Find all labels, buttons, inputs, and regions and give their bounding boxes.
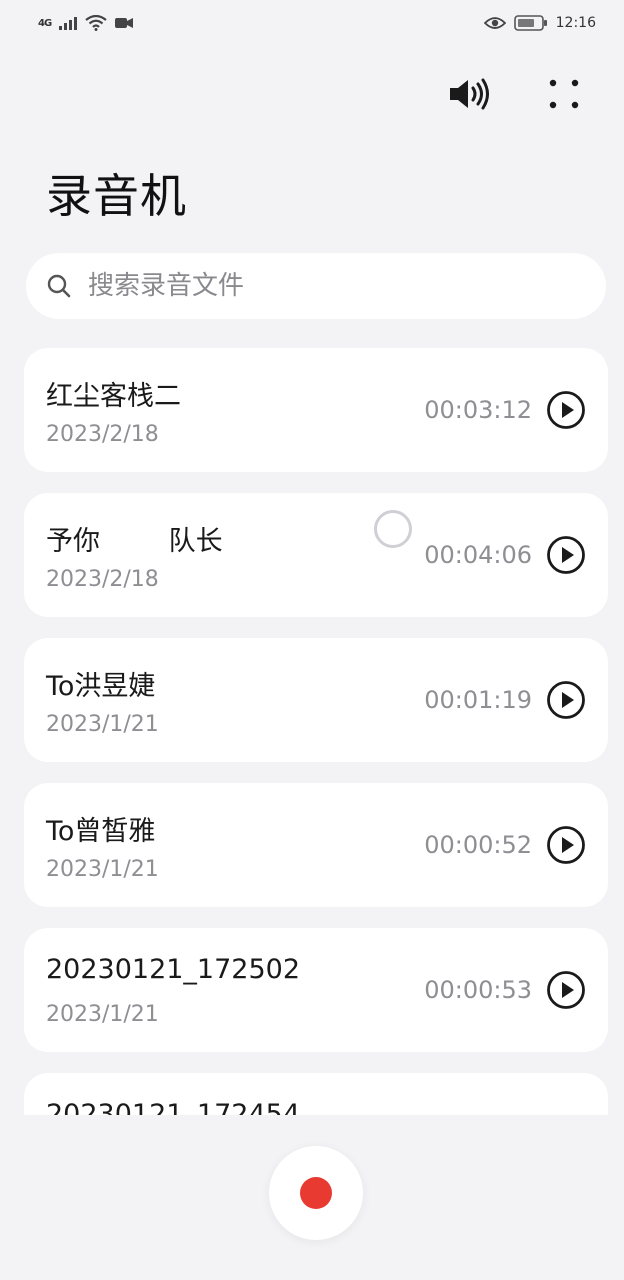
play-icon[interactable] <box>546 535 586 575</box>
recording-duration: 00:04:06 <box>424 541 532 569</box>
recording-date: 2023/2/18 <box>46 422 159 447</box>
recording-name: To洪昱婕 <box>46 671 156 702</box>
play-icon[interactable] <box>546 825 586 865</box>
speaker-icon <box>450 78 489 110</box>
search-bar[interactable] <box>26 253 606 319</box>
record-button[interactable] <box>269 1146 363 1240</box>
recording-date: 2023/1/21 <box>46 712 159 737</box>
battery-icon <box>513 15 547 31</box>
app-bar <box>446 70 588 118</box>
recording-name: To曾皙雅 <box>46 816 156 847</box>
record-dot-icon <box>300 1177 332 1209</box>
search-input[interactable] <box>86 270 570 302</box>
signal-label: 4G <box>38 17 52 29</box>
recording-date: 2023/1/21 <box>46 1002 159 1027</box>
play-icon[interactable] <box>546 970 586 1010</box>
play-icon[interactable] <box>546 680 586 720</box>
recording-name: 红尘客栈二 <box>46 381 181 412</box>
recording-name: 20230121_172502 <box>46 954 300 985</box>
recording-duration: 00:00:52 <box>424 831 532 859</box>
more-grid-icon <box>549 79 579 109</box>
recording-date: 2023/1/21 <box>46 857 159 882</box>
recording-duration: 00:00:53 <box>424 976 532 1004</box>
touch-indicator <box>374 510 412 548</box>
video-icon <box>115 18 134 28</box>
recording-list[interactable]: 红尘客栈二 2023/2/18 00:03:12 予你 队长 2023/2/18… <box>0 345 624 1115</box>
play-icon[interactable] <box>546 390 586 430</box>
speaker-button[interactable] <box>446 70 494 118</box>
recording-name: 20230121_172454 <box>46 1099 300 1115</box>
recording-name: 予你 队长 <box>46 526 223 557</box>
recording-item[interactable]: 红尘客栈二 2023/2/18 00:03:12 <box>24 348 608 472</box>
status-right: 12:16 <box>483 15 596 31</box>
status-left: 4G <box>38 15 134 31</box>
recording-item[interactable]: To曾皙雅 2023/1/21 00:00:52 <box>24 783 608 907</box>
recording-item[interactable]: 20230121_172502 2023/1/21 00:00:53 <box>24 928 608 1052</box>
more-button[interactable] <box>540 70 588 118</box>
signal-icon <box>59 17 78 30</box>
recording-duration: 00:01:19 <box>424 686 532 714</box>
wifi-icon <box>85 15 107 31</box>
recording-item[interactable]: 20230121_172454 <box>24 1073 608 1115</box>
eye-icon <box>483 17 506 29</box>
status-time: 12:16 <box>555 15 596 31</box>
recording-item[interactable]: 予你 队长 2023/2/18 00:04:06 <box>24 493 608 617</box>
status-bar: 4G 12:16 <box>0 0 624 46</box>
page-title: 录音机 <box>46 169 187 223</box>
recording-date: 2023/2/18 <box>46 567 159 592</box>
search-icon <box>47 274 71 298</box>
recording-item[interactable]: To洪昱婕 2023/1/21 00:01:19 <box>24 638 608 762</box>
recording-duration: 00:03:12 <box>424 396 532 424</box>
